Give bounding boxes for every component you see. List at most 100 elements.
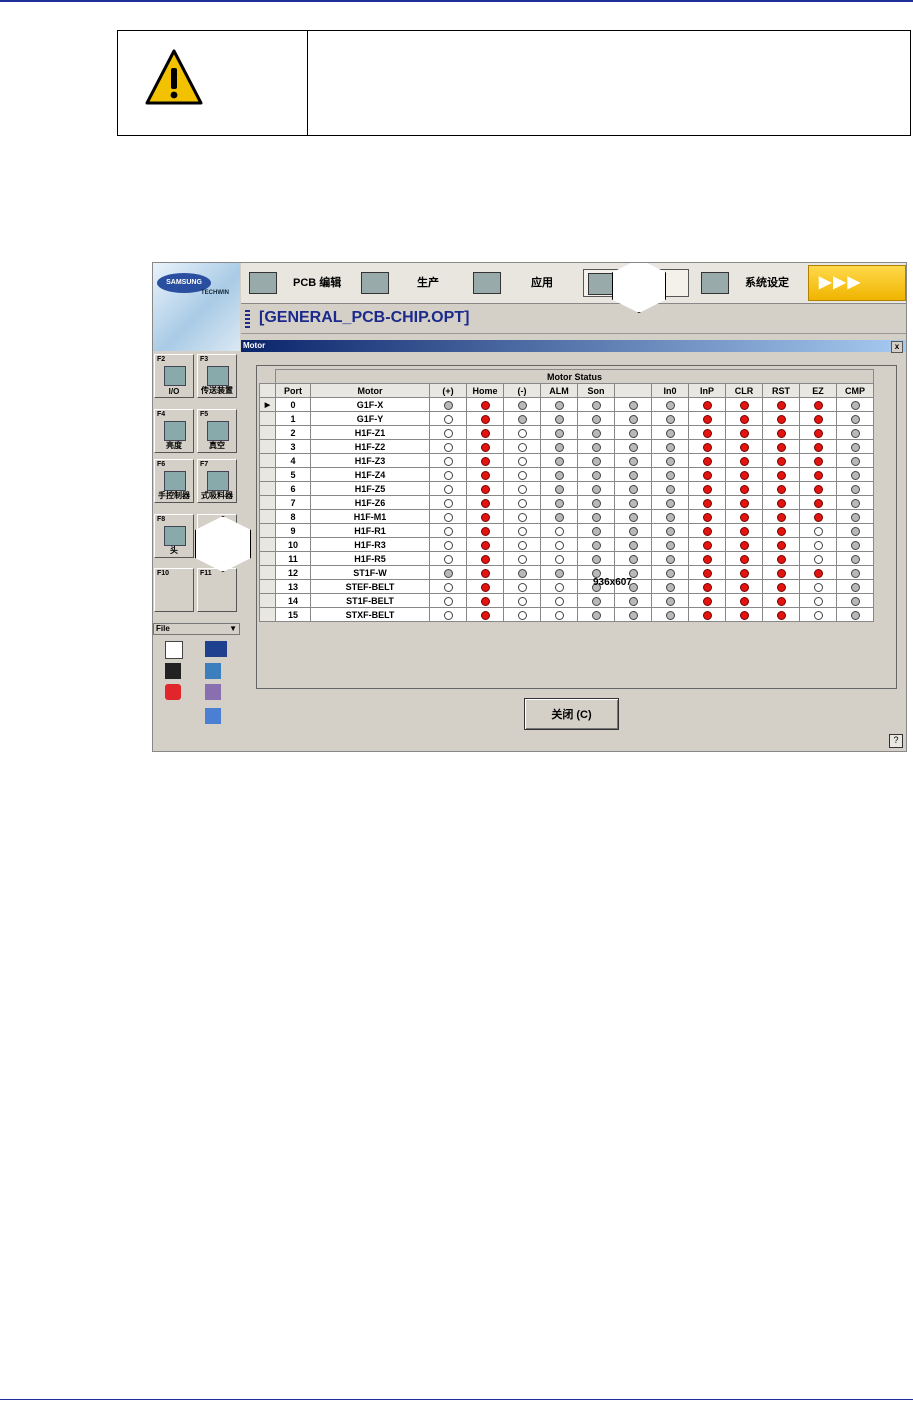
table-row[interactable]: 1 G1F-Y	[259, 411, 874, 426]
toolbar-production[interactable]: 生产	[361, 269, 461, 297]
new-file-icon[interactable]	[165, 641, 183, 659]
fkey-f6[interactable]: F6 手控制器	[154, 459, 194, 503]
fkey-f8[interactable]: F8 头	[154, 514, 194, 558]
table-row[interactable]: 2 H1F-Z1	[259, 425, 874, 440]
status-led-gray-icon	[517, 568, 527, 578]
download-icon[interactable]	[205, 663, 221, 679]
status-led-red-icon	[480, 428, 490, 438]
status-cell	[651, 425, 689, 440]
row-selector[interactable]	[259, 495, 276, 510]
status-led-gray-icon	[665, 554, 675, 564]
table-row[interactable]: 15 STXF-BELT	[259, 607, 874, 622]
table-row[interactable]: 11 H1F-R5	[259, 551, 874, 566]
table-row[interactable]: 4 H1F-Z3	[259, 453, 874, 468]
status-cell	[762, 537, 800, 552]
status-cell	[836, 397, 874, 412]
status-led-gray-icon	[850, 470, 860, 480]
status-cell	[688, 579, 726, 594]
status-led-gray-icon	[554, 414, 564, 424]
system-settings-icon	[701, 272, 729, 294]
status-cell	[577, 537, 615, 552]
table-row[interactable]: ▶ 0 G1F-X	[259, 397, 874, 412]
status-led-off-icon	[813, 610, 823, 620]
status-cell	[540, 439, 578, 454]
status-led-gray-icon	[591, 428, 601, 438]
table-row[interactable]: 6 H1F-Z5	[259, 481, 874, 496]
fkey-f11[interactable]: F11	[197, 568, 237, 612]
status-cell	[688, 397, 726, 412]
fkey-f10[interactable]: F10	[154, 568, 194, 612]
status-led-red-icon	[776, 512, 786, 522]
status-cell	[836, 467, 874, 482]
print-icon[interactable]	[205, 684, 221, 700]
row-selector[interactable]	[259, 607, 276, 622]
close-icon[interactable]: x	[891, 341, 903, 353]
table-row[interactable]: 14 ST1F-BELT	[259, 593, 874, 608]
help-icon[interactable]: ?	[889, 734, 903, 748]
fkey-f4[interactable]: F4 亮度	[154, 409, 194, 453]
row-selector[interactable]: ▶	[259, 397, 276, 412]
table-row[interactable]: 5 H1F-Z4	[259, 467, 874, 482]
toolbar-system-settings[interactable]: 系统设定	[701, 269, 811, 297]
status-cell	[762, 481, 800, 496]
row-selector[interactable]	[259, 523, 276, 538]
status-led-red-icon	[776, 456, 786, 466]
row-selector[interactable]	[259, 453, 276, 468]
row-selector[interactable]	[259, 579, 276, 594]
status-cell	[725, 579, 763, 594]
row-selector[interactable]	[259, 509, 276, 524]
status-led-red-icon	[739, 414, 749, 424]
row-selector[interactable]	[259, 537, 276, 552]
status-led-red-icon	[776, 568, 786, 578]
status-led-gray-icon	[591, 400, 601, 410]
fkey-f2[interactable]: F2 I/O	[154, 354, 194, 398]
table-row[interactable]: 10 H1F-R3	[259, 537, 874, 552]
fkey-f7[interactable]: F7 式吸料器	[197, 459, 237, 503]
table-row[interactable]: 8 H1F-M1	[259, 509, 874, 524]
status-cell	[725, 509, 763, 524]
status-cell	[762, 565, 800, 580]
row-header-spacer	[259, 369, 276, 384]
table-row[interactable]: 7 H1F-Z6	[259, 495, 874, 510]
file-dropdown[interactable]: File ▼	[153, 623, 240, 635]
status-cell	[503, 453, 541, 468]
fkey-f3[interactable]: F3 传送装置	[197, 354, 237, 398]
status-led-red-icon	[739, 568, 749, 578]
toolbar-application[interactable]: 应用	[473, 269, 573, 297]
table-row[interactable]: 12 ST1F-W	[259, 565, 874, 580]
open-folder-icon[interactable]	[205, 641, 227, 657]
status-cell	[614, 425, 652, 440]
table-header-row: Port Motor (+) Home (-) ALM Son In0 InP CLR RST EZ C…	[259, 383, 874, 398]
column-header: CMP	[836, 383, 874, 398]
row-selector[interactable]	[259, 439, 276, 454]
row-selector[interactable]	[259, 565, 276, 580]
status-led-gray-icon	[628, 498, 638, 508]
computer-icon[interactable]	[205, 708, 221, 724]
status-cell	[836, 551, 874, 566]
table-row[interactable]: 3 H1F-Z2	[259, 439, 874, 454]
go-button[interactable]: ▶▶▶	[808, 265, 906, 301]
row-selector[interactable]	[259, 593, 276, 608]
save-icon[interactable]	[165, 663, 181, 679]
close-button[interactable]: 关闭 (C)	[524, 698, 619, 730]
row-selector[interactable]	[259, 551, 276, 566]
row-selector[interactable]	[259, 425, 276, 440]
manual-icon	[588, 273, 616, 295]
table-row[interactable]: 9 H1F-R1	[259, 523, 874, 538]
status-cell	[725, 453, 763, 468]
status-cell	[614, 467, 652, 482]
fkey-label: I/O	[168, 387, 180, 396]
table-row[interactable]: 13 STEF-BELT	[259, 579, 874, 594]
project-bar: [GENERAL_PCB-CHIP.OPT]	[241, 304, 906, 334]
toolbar-pcb-edit[interactable]: PCB 编辑	[249, 269, 349, 297]
status-cell	[725, 481, 763, 496]
column-header: CLR	[725, 383, 763, 398]
row-selector[interactable]	[259, 467, 276, 482]
row-selector[interactable]	[259, 481, 276, 496]
main-toolbar: PCB 编辑 生产 应用 系统设定 ▶▶▶	[241, 263, 906, 304]
fkey-f5[interactable]: F5 真空	[197, 409, 237, 453]
row-selector[interactable]	[259, 411, 276, 426]
status-led-red-icon	[739, 512, 749, 522]
status-led-red-icon	[739, 610, 749, 620]
power-icon[interactable]	[165, 684, 181, 700]
